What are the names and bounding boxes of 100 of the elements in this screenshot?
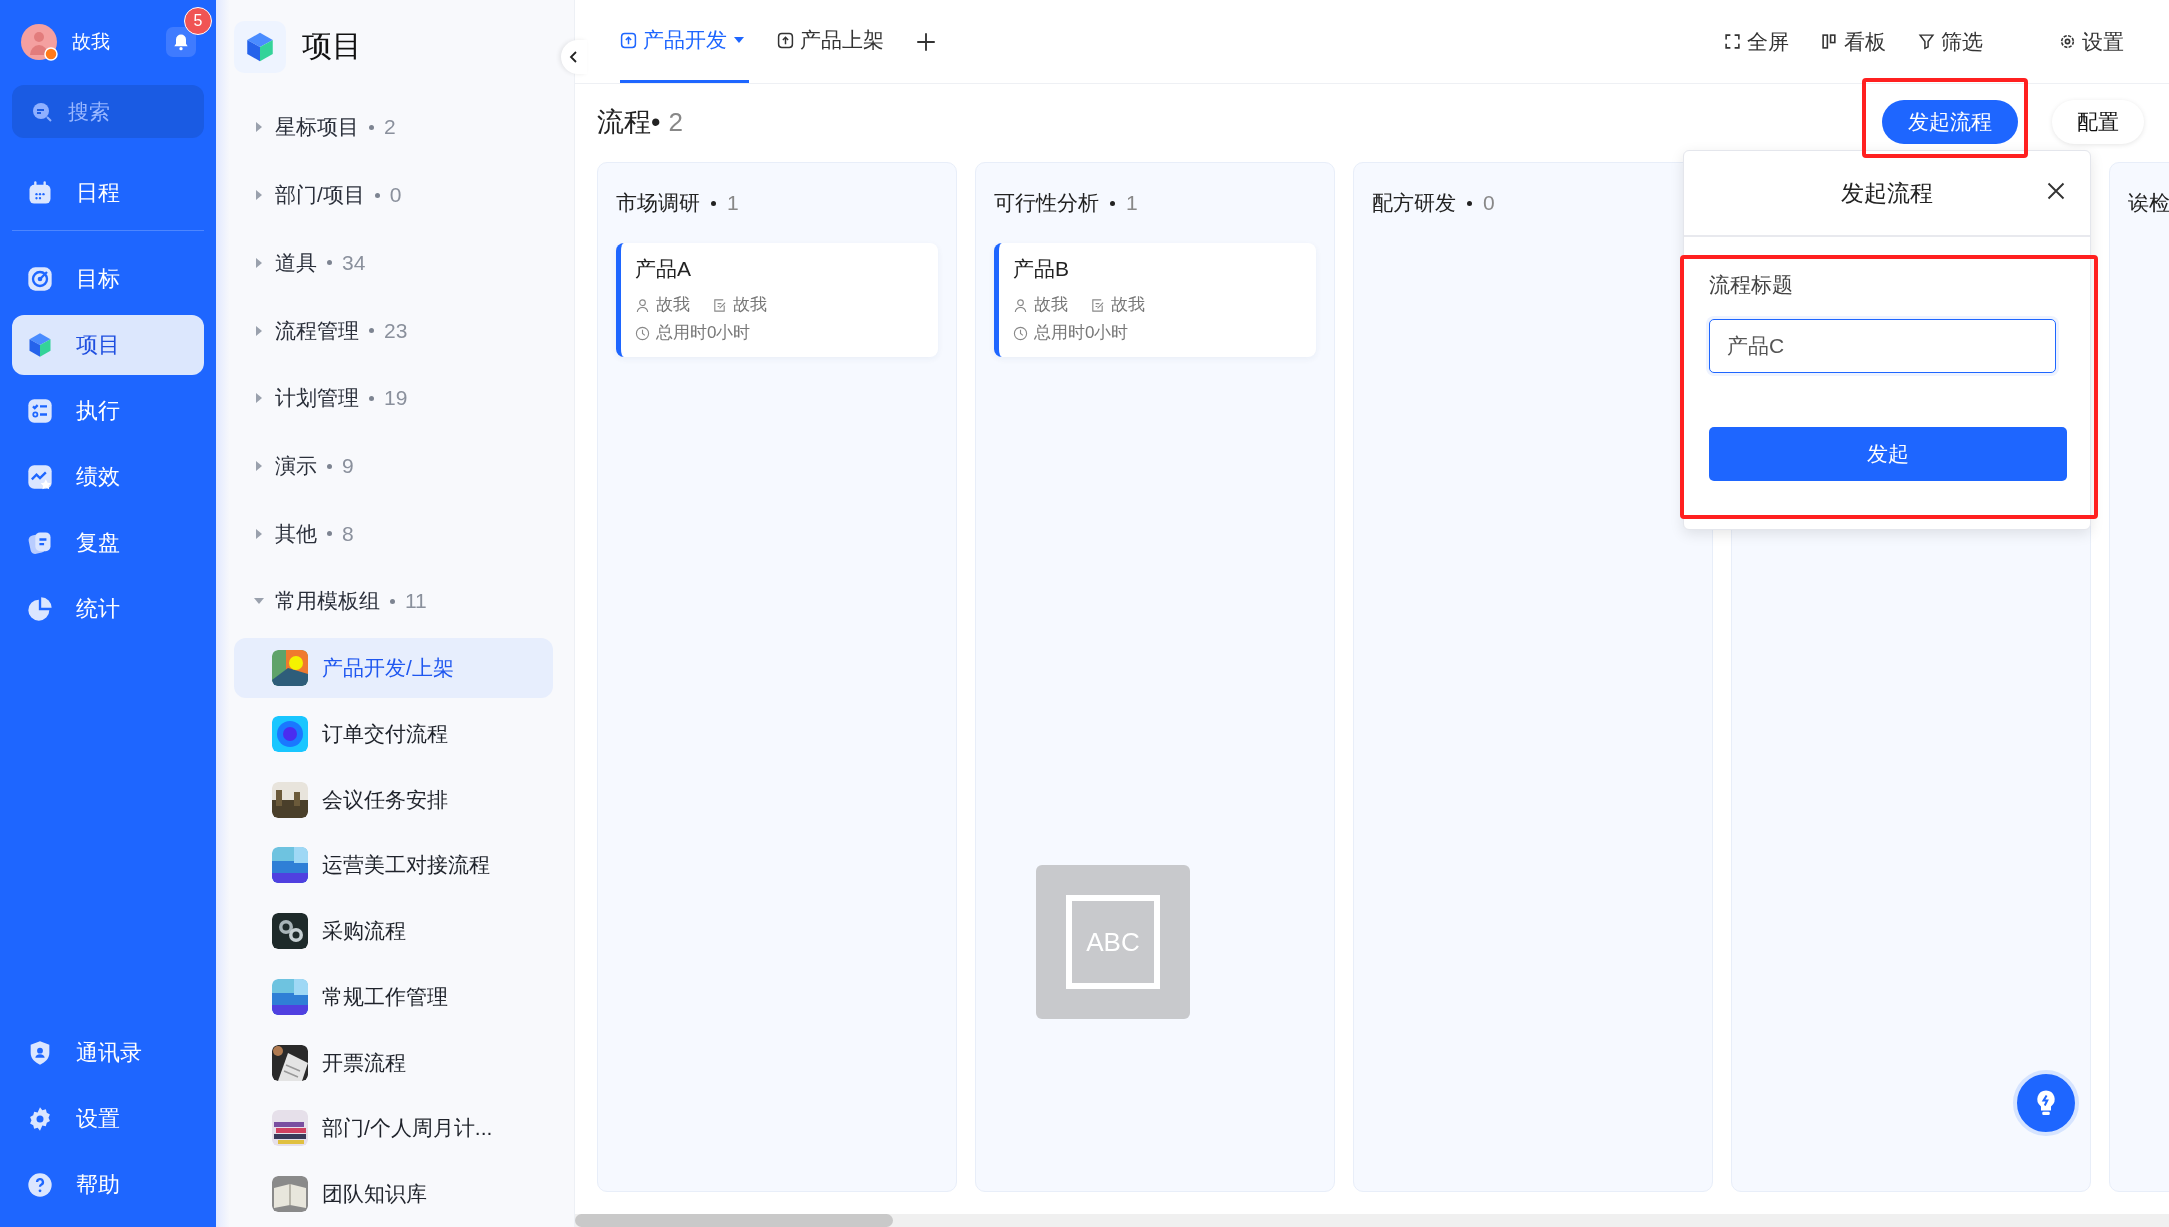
separator-dot	[369, 395, 374, 401]
toolbar-button[interactable]: 设置	[2059, 27, 2124, 56]
notification-badge: 5	[184, 7, 212, 35]
column-title: 市场调研	[616, 190, 700, 216]
nav-item[interactable]: 执行	[12, 381, 204, 441]
card-time: 总用时0小时	[1034, 322, 1129, 344]
tab[interactable]: 产品开发	[620, 0, 749, 83]
group-label[interactable]: 常用模板组	[275, 587, 380, 616]
column-title: 诶检	[2128, 190, 2169, 216]
calendar-icon	[26, 179, 54, 207]
group-count: 2	[384, 115, 396, 140]
nav-item[interactable]: 绩效	[12, 447, 204, 507]
card-time: 总用时0小时	[656, 322, 751, 344]
avatar[interactable]	[20, 23, 58, 61]
group-label[interactable]: 计划管理	[275, 384, 359, 413]
card-owner: 故我	[656, 294, 690, 316]
nav-item[interactable]: 项目	[12, 315, 204, 375]
separator-dot	[369, 328, 374, 334]
card-owner: 故我	[1034, 294, 1068, 316]
chevron-left-icon	[568, 51, 580, 63]
toolbar-button[interactable]: 筛选	[1918, 27, 1983, 56]
column-count: 0	[1483, 191, 1495, 215]
card-editor: 故我	[1111, 294, 1145, 316]
add-icon[interactable]	[916, 31, 936, 52]
separator-dot	[711, 200, 716, 206]
nav-item[interactable]: 日程	[12, 163, 204, 223]
start-process-button[interactable]: 发起流程	[1882, 100, 2018, 144]
group-count: 19	[384, 386, 408, 411]
group-count: 9	[342, 454, 354, 479]
columns-icon	[1821, 33, 1838, 50]
separator-dot	[369, 124, 374, 130]
search-placeholder: 搜索	[68, 98, 110, 125]
group-label[interactable]: 其他	[275, 519, 317, 548]
scrollbar[interactable]	[575, 1214, 2169, 1227]
template-item[interactable]: 常规工作管理	[234, 967, 553, 1027]
group-count: 0	[389, 183, 402, 208]
person-icon	[635, 297, 650, 313]
separator-dot	[327, 463, 332, 469]
card-title: 产品B	[1013, 256, 1070, 282]
board-count: 2	[668, 106, 683, 138]
edit-icon	[1090, 297, 1105, 313]
group-label[interactable]: 部门/项目	[275, 181, 365, 210]
group-label[interactable]: 流程管理	[275, 316, 359, 345]
tab[interactable]: 产品上架	[777, 0, 888, 83]
pie-chart-icon	[26, 595, 54, 623]
fullscreen-icon	[1724, 33, 1741, 50]
nav-item[interactable]: 设置	[12, 1089, 204, 1149]
nav-item[interactable]: 通讯录	[12, 1023, 204, 1083]
template-item[interactable]: 部门/个人周月计...	[234, 1098, 553, 1159]
group-label[interactable]: 星标项目	[275, 113, 359, 142]
panel-title: 项目	[302, 28, 362, 65]
template-item[interactable]: 会议任务安排	[234, 769, 553, 830]
collapse-button[interactable]	[561, 40, 587, 74]
separator-dot	[390, 599, 395, 604]
group-label[interactable]: 道具	[275, 248, 317, 277]
checklist-icon	[26, 397, 54, 425]
template-item[interactable]: 运营美工对接流程	[234, 835, 553, 896]
notification-button[interactable]	[166, 27, 196, 57]
separator-dot	[1467, 200, 1472, 206]
upload-icon	[777, 31, 794, 49]
clock-icon	[1013, 325, 1028, 341]
card-editor: 故我	[733, 294, 767, 316]
user-name: 故我	[72, 30, 111, 54]
dialog-title: 发起流程	[1841, 178, 1933, 208]
clock-icon	[635, 325, 650, 341]
group-label[interactable]: 演示	[275, 452, 317, 481]
template-item[interactable]: 团队知识库	[234, 1164, 553, 1225]
separator-dot	[327, 531, 332, 537]
nav-item[interactable]: 目标	[12, 249, 204, 309]
template-item[interactable]: 订单交付流程	[234, 704, 553, 764]
template-item[interactable]: 开票流程	[234, 1032, 553, 1093]
cube-icon	[234, 20, 286, 73]
task-card[interactable]: 产品A 故我 故我 总用时0小时	[616, 243, 938, 357]
nav-item[interactable]: 帮助	[12, 1155, 204, 1215]
title-input[interactable]: 产品C	[1709, 319, 2056, 373]
person-icon	[1013, 297, 1028, 313]
upload-icon	[620, 31, 637, 49]
column-title: 可行性分析	[994, 190, 1099, 216]
group-count: 23	[384, 318, 408, 343]
configure-button[interactable]: 配置	[2052, 100, 2144, 144]
group-count: 34	[342, 250, 366, 275]
separator-dot	[327, 260, 332, 266]
close-icon[interactable]	[2046, 181, 2066, 201]
toolbar-button[interactable]: 看板	[1821, 27, 1886, 56]
template-item[interactable]: 采购流程	[234, 901, 553, 962]
column-count: 1	[1126, 191, 1138, 215]
filter-icon	[1918, 33, 1935, 50]
edit-icon	[712, 297, 727, 313]
help-icon	[26, 1171, 54, 1199]
group-count: 11	[405, 589, 427, 614]
template-item[interactable]: 产品开发/上架	[234, 638, 553, 699]
nav-item[interactable]: 复盘	[12, 513, 204, 573]
toolbar-button[interactable]: 全屏	[1724, 27, 1789, 56]
settings-icon	[2059, 33, 2076, 50]
nav-item[interactable]: 统计	[12, 579, 204, 639]
task-card[interactable]: 产品B 故我 故我 总用时0小时	[994, 243, 1316, 357]
separator-dot	[374, 192, 380, 198]
submit-button[interactable]: 发起	[1709, 427, 2067, 481]
target-icon	[26, 265, 54, 293]
separator-dot	[1110, 200, 1115, 206]
